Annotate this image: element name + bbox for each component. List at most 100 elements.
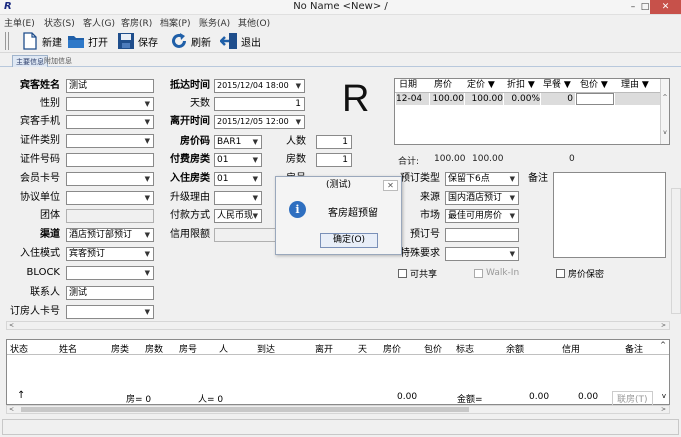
chevron-down-icon: ▼: [509, 212, 515, 220]
close-button[interactable]: ✕: [650, 0, 681, 14]
grid-cell-reason[interactable]: [615, 93, 660, 105]
guest-name-input[interactable]: 测试: [66, 79, 154, 93]
exit-button[interactable]: 退出: [220, 31, 261, 51]
channel-label: 渠道: [40, 229, 60, 240]
grid-header-reason[interactable]: 理由 ▼: [621, 79, 649, 92]
id-type-label: 证件类别: [20, 135, 60, 146]
checkbox-box: [398, 268, 407, 278]
new-button[interactable]: 新建: [21, 31, 62, 51]
grid-cell-rate[interactable]: 100.00: [430, 93, 464, 105]
grid-vertical-scrollbar[interactable]: ^ v: [660, 79, 669, 144]
menu-order[interactable]: 主单(E): [4, 16, 35, 29]
grid-cell-discount[interactable]: 0.00%: [504, 93, 540, 105]
days-input[interactable]: 1: [214, 97, 305, 111]
footer-balance-label: 金额=: [457, 395, 483, 405]
menu-other[interactable]: 其他(O): [238, 16, 270, 29]
table-horizontal-scrollbar[interactable]: < >: [6, 405, 670, 414]
toolbar-grip[interactable]: [5, 32, 9, 50]
market-select[interactable]: 最佳可用房价 ▼: [445, 209, 519, 223]
payment-select[interactable]: 人民币现 ▼: [214, 209, 262, 223]
remark-textarea[interactable]: [553, 172, 666, 258]
footer-credit: 0.00: [578, 392, 599, 402]
chevron-down-icon: ▼: [509, 194, 515, 202]
exit-label: 退出: [241, 37, 261, 49]
gender-select[interactable]: ▼: [66, 97, 154, 111]
form-vertical-scrollbar[interactable]: [671, 188, 681, 314]
block-select[interactable]: ▼: [66, 266, 154, 280]
sum-rate: 100.00: [434, 154, 466, 164]
special-request-select[interactable]: ▼: [445, 247, 519, 261]
scroll-thumb[interactable]: [21, 407, 469, 412]
link-room-button[interactable]: 联房(T): [612, 391, 653, 406]
scroll-up-icon[interactable]: ^: [660, 341, 666, 349]
menu-room[interactable]: 客房(R): [121, 16, 152, 29]
chevron-down-icon: ▼: [252, 194, 258, 202]
member-card-select[interactable]: ▼: [66, 172, 154, 186]
departure-datetime[interactable]: 2015/12/05 12:00 ▼: [214, 115, 305, 129]
channel-value: 酒店预订部预订: [69, 230, 133, 240]
grid-header-rate[interactable]: 房价: [434, 79, 452, 92]
persons-input[interactable]: 1: [316, 135, 352, 149]
grid-cell-date[interactable]: 12-04: [396, 93, 429, 105]
booker-card-select[interactable]: ▼: [66, 305, 154, 319]
id-number-input[interactable]: [66, 153, 154, 167]
arrival-datetime[interactable]: 2015/12/04 18:00 ▼: [214, 79, 305, 93]
grid-cell-breakfast[interactable]: 0: [541, 93, 575, 105]
grid-header-breakfast[interactable]: 早餐 ▼: [543, 79, 571, 92]
form-horizontal-scrollbar[interactable]: < >: [6, 321, 670, 330]
menu-account[interactable]: 账务(A): [199, 16, 230, 29]
menu-guest[interactable]: 客人(G): [83, 16, 115, 29]
dialog-ok-button[interactable]: 确定(O): [320, 233, 378, 248]
id-type-select[interactable]: ▼: [66, 134, 154, 148]
grid-cell-package[interactable]: [576, 93, 614, 105]
mobile-label: 宾客手机: [20, 116, 60, 127]
chevron-down-icon: ▼: [295, 118, 301, 126]
upgrade-reason-select[interactable]: ▼: [214, 191, 262, 205]
room-list-table: 状态 姓名 房类 房数 房号 人 到达 离开 天 房价 包价 标志 余额 信用 …: [6, 339, 670, 405]
grid-header-price[interactable]: 定价 ▼: [467, 79, 495, 92]
checkin-mode-label: 入住模式: [20, 248, 60, 259]
arrival-value: 2015/12/04 18:00: [217, 81, 289, 90]
group-input[interactable]: [66, 209, 154, 223]
source-select[interactable]: 国内酒店预订 ▼: [445, 191, 519, 205]
menu-profile[interactable]: 档案(P): [160, 16, 190, 29]
refresh-button[interactable]: 刷新: [170, 31, 211, 51]
share-checkbox[interactable]: 可共享: [398, 267, 437, 280]
grid-cell-price[interactable]: 100.00: [465, 93, 503, 105]
payment-value: 人民币现: [217, 211, 254, 221]
departure-value: 2015/12/05 12:00: [217, 117, 289, 126]
rate-confidential-checkbox[interactable]: 房价保密: [556, 267, 604, 280]
walkin-checkbox[interactable]: Walk-In: [474, 267, 519, 279]
grid-header-discount[interactable]: 折扣 ▼: [507, 79, 535, 92]
upgrade-reason-label: 升级理由: [170, 192, 210, 203]
save-button[interactable]: 保存: [117, 31, 158, 51]
grid-header-package[interactable]: 包价 ▼: [580, 79, 608, 92]
chevron-down-icon: ▼: [144, 269, 150, 277]
message-dialog: (测试) ✕ i 客房超预留 确定(O): [275, 176, 402, 255]
footer-rate-total: 0.00: [397, 392, 418, 402]
sum-breakfast: 0: [569, 154, 575, 164]
checkin-mode-select[interactable]: 宾客预订 ▼: [66, 247, 154, 261]
days-label: 天数: [190, 98, 210, 109]
id-number-label: 证件号码: [20, 154, 60, 165]
reserve-no-input[interactable]: [445, 228, 519, 242]
chevron-down-icon: ▼: [295, 82, 301, 90]
departure-label: 离开时间: [170, 116, 210, 127]
contact-input[interactable]: 测试: [66, 286, 154, 300]
open-button[interactable]: 打开: [67, 31, 108, 51]
mobile-select[interactable]: ▼: [66, 115, 154, 129]
chevron-down-icon: ▼: [144, 308, 150, 316]
scroll-down-icon[interactable]: v: [662, 392, 666, 400]
menu-status[interactable]: 状态(S): [44, 16, 75, 29]
grid-header-date[interactable]: 日期: [399, 79, 417, 92]
credit-limit-input[interactable]: [214, 228, 276, 242]
table-header-divider: [7, 354, 669, 355]
dialog-close-button[interactable]: ✕: [383, 180, 398, 191]
chevron-down-icon: ▼: [144, 250, 150, 258]
open-label: 打开: [88, 37, 108, 49]
agreement-select[interactable]: ▼: [66, 191, 154, 205]
tab-extra-info[interactable]: 附加信息: [41, 55, 75, 67]
channel-select[interactable]: 酒店预订部预订 ▼: [66, 228, 154, 242]
move-up-icon[interactable]: ↑: [17, 390, 25, 401]
rooms-input[interactable]: 1: [316, 153, 352, 167]
